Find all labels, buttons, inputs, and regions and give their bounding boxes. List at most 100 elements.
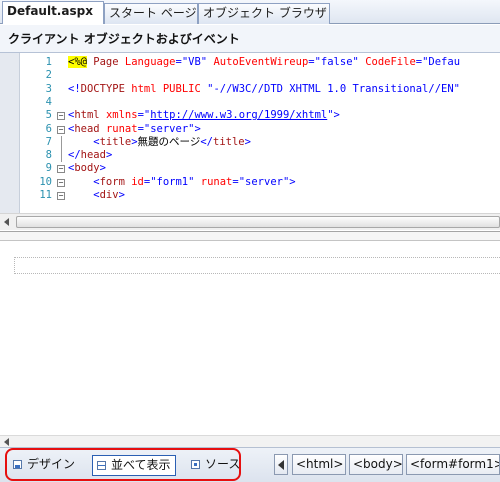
code-token: ="server"> [232, 175, 296, 188]
code-line[interactable]: 8 </head> [20, 149, 500, 163]
code-token: "false" [314, 56, 359, 68]
code-token: < [68, 135, 100, 148]
code-line[interactable]: 9− <body> [20, 162, 500, 175]
code-text: </head> [68, 149, 112, 162]
code-token: Language [124, 56, 176, 68]
code-token: </ [200, 135, 213, 148]
code-token: html [74, 109, 100, 122]
code-token: title [213, 135, 245, 148]
code-token: runat [99, 122, 138, 135]
code-token: </ [68, 149, 81, 162]
code-token: DOCTYPE [80, 82, 125, 95]
code-line[interactable]: 3 <!DOCTYPE html PUBLIC "-//W3C//DTD XHTM… [20, 83, 500, 96]
split-view-button[interactable]: 並べて表示 [92, 455, 176, 476]
scrollbar-thumb[interactable] [16, 216, 500, 228]
line-number: 3 [45, 82, 52, 95]
breadcrumb-body[interactable]: <body> [349, 454, 403, 475]
code-token: CodeFile [365, 56, 416, 68]
code-token: > [99, 162, 106, 175]
collapse-toggle-icon[interactable]: − [57, 165, 65, 174]
line-number: 1 [45, 56, 52, 68]
code-token: http://www.w3.org/1999/xhtml [150, 109, 328, 122]
scroll-left-arrow-icon[interactable] [4, 438, 9, 446]
code-line[interactable]: 5− <html xmlns="http://www.w3.org/1999/xh… [20, 109, 500, 122]
split-view-label: 並べて表示 [111, 458, 171, 472]
fold-guide-line [61, 135, 62, 149]
code-token: "> [327, 109, 340, 122]
code-text: <html xmlns="http://www.w3.org/1999/xhtm… [68, 109, 340, 122]
collapse-toggle-icon[interactable]: − [57, 125, 65, 134]
split-view-icon [97, 461, 106, 470]
code-token: id [124, 175, 144, 188]
code-line[interactable]: 11− <div> [20, 189, 500, 202]
client-objects-events-dropdown[interactable]: クライアント オブジェクトおよびイベント [0, 25, 500, 53]
code-token: "-//W3C//DTD XHTML 1.0 Transitional//EN" [200, 82, 460, 95]
code-token: ="form1" [143, 175, 195, 188]
collapse-toggle-icon[interactable]: − [57, 178, 65, 187]
code-token: < [68, 189, 100, 201]
code-token: "VB" [181, 56, 208, 68]
code-line[interactable]: 1 <%@ Page Language="VB" AutoEventWireup=… [20, 56, 500, 69]
tab-start-page[interactable]: スタート ページ [104, 3, 198, 24]
code-token: < [68, 175, 100, 188]
code-token: xmlns [99, 109, 138, 122]
code-line[interactable]: 6− <head runat="server"> [20, 123, 500, 136]
source-view-button[interactable]: ソース [187, 455, 244, 476]
code-token: > [118, 189, 125, 201]
document-tabstrip: Default.aspx スタート ページ オブジェクト ブラウザ [0, 0, 500, 24]
line-number: 6 [45, 122, 52, 135]
form-div-outline[interactable] [14, 257, 500, 274]
design-view-icon [13, 460, 22, 469]
source-view-label: ソース [205, 457, 241, 471]
source-code-editor[interactable]: 1 <%@ Page Language="VB" AutoEventWireup=… [0, 53, 500, 218]
code-token: title [99, 135, 132, 148]
scroll-left-arrow-icon[interactable] [4, 218, 9, 226]
fold-guide-line [61, 149, 62, 163]
code-text: <title>無題のページ</title> [68, 136, 251, 149]
code-token: AutoEventWireup [213, 56, 309, 68]
collapse-toggle-icon[interactable]: − [57, 112, 65, 121]
code-token: > [244, 135, 251, 148]
code-token: head [80, 149, 106, 162]
code-token: "Defau [422, 56, 461, 68]
line-number: 7 [45, 135, 52, 148]
code-token: <! [68, 82, 81, 95]
code-token: form [99, 175, 125, 188]
design-surface[interactable] [0, 242, 500, 435]
code-line[interactable]: 7 <title>無題のページ</title> [20, 135, 500, 149]
code-text: <body> [68, 162, 106, 175]
code-line[interactable]: 4 [20, 96, 500, 109]
code-token: ="server"> [137, 122, 201, 135]
source-view-icon [191, 460, 200, 469]
code-token: runat [194, 175, 233, 188]
code-line[interactable]: 2 [20, 69, 500, 82]
line-number: 2 [45, 69, 52, 82]
tab-default-aspx[interactable]: Default.aspx [2, 1, 104, 24]
editor-gutter [0, 53, 20, 218]
design-view-button[interactable]: デザイン [9, 455, 79, 476]
code-token: html [124, 82, 163, 95]
breadcrumb-back-arrow-icon[interactable] [274, 454, 288, 475]
code-token: div [99, 189, 119, 201]
code-token: > [105, 149, 113, 162]
collapse-toggle-icon[interactable]: − [57, 192, 65, 200]
line-number: 5 [45, 109, 52, 122]
split-pane-divider[interactable] [0, 231, 500, 241]
code-token: <%@ [68, 56, 87, 68]
code-token: head [74, 122, 100, 135]
design-horizontal-scrollbar[interactable] [0, 435, 500, 447]
editor-horizontal-scrollbar[interactable] [0, 213, 500, 230]
breadcrumb-html[interactable]: <html> [292, 454, 346, 475]
code-line[interactable]: 10− <form id="form1" runat="server"> [20, 176, 500, 189]
tab-object-browser[interactable]: オブジェクト ブラウザ [198, 3, 330, 24]
view-mode-highlight: デザイン 並べて表示 ソース [5, 448, 241, 481]
code-token: =" [137, 109, 151, 122]
code-text: <form id="form1" runat="server"> [68, 175, 296, 189]
breadcrumb-form1[interactable]: <form#form1> [406, 454, 500, 475]
code-token: PUBLIC [162, 82, 201, 95]
line-number: 4 [45, 95, 52, 108]
code-text: <%@ Page Language="VB" AutoEventWireup="… [68, 56, 460, 69]
line-number: 11 [39, 189, 52, 201]
view-status-bar: デザイン 並べて表示 ソース <html> <body> <form#form1… [0, 447, 500, 482]
design-view-label: デザイン [27, 457, 76, 471]
